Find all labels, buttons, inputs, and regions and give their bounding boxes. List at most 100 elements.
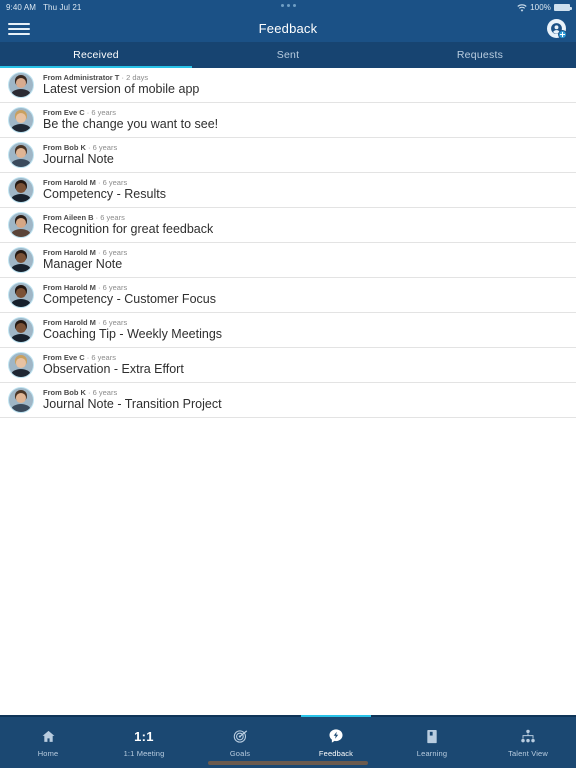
nav-item-feedback-label: Feedback (318, 748, 354, 758)
home-indicator (208, 761, 368, 765)
feedback-item-title: Journal Note (43, 153, 114, 167)
nav-item-talent-view[interactable]: Talent View (480, 717, 576, 768)
feedback-item-title: Competency - Customer Focus (43, 293, 216, 307)
status-bar-right: 100% (517, 3, 572, 12)
avatar (8, 282, 34, 308)
feedback-item-sender: From Bob K (43, 142, 86, 152)
avatar (8, 247, 34, 273)
feedback-item-title: Competency - Results (43, 188, 166, 202)
feedback-item-text: From Harold M · 6 years Coaching Tip - We… (43, 317, 223, 342)
feedback-item-separator: · (95, 177, 103, 187)
feedback-item-meta: From Harold M · 6 years (43, 282, 216, 292)
add-feedback-button[interactable] (544, 17, 568, 41)
feedback-item-meta: From Eve C · 6 years (43, 352, 184, 362)
feedback-list[interactable]: From Administrator T · 2 days Latest vers… (0, 68, 576, 729)
feedback-item-separator: · (95, 247, 103, 257)
feedback-item-age: 6 years (91, 107, 116, 117)
feedback-item-sender: From Harold M (43, 247, 96, 257)
feedback-item-text: From Aileen B · 6 years Recognition for g… (43, 212, 214, 237)
nav-item-talent-view-label: Talent View (508, 748, 548, 758)
feedback-item-meta: From Aileen B · 6 years (43, 212, 213, 222)
status-bar: 9:40 AM Thu Jul 21 100% (0, 0, 576, 15)
feedback-bubble-icon (328, 728, 344, 745)
status-date: Thu Jul 21 (43, 3, 82, 12)
feedback-list-item[interactable]: From Administrator T · 2 days Latest vers… (0, 68, 576, 103)
page-title: Feedback (258, 21, 318, 36)
feedback-item-separator: · (85, 387, 93, 397)
feedback-item-meta: From Harold M · 6 years (43, 247, 128, 257)
multitasking-dots-icon (0, 4, 576, 7)
feedback-item-age: 6 years (102, 247, 128, 257)
feedback-list-item[interactable]: From Harold M · 6 years Manager Note (0, 243, 576, 278)
feedback-item-title: Recognition for great feedback (43, 223, 214, 237)
tab-received-label: Received (73, 49, 119, 61)
status-time: 9:40 AM (6, 3, 37, 12)
feedback-item-sender: From Harold M (43, 177, 96, 187)
feedback-list-item[interactable]: From Harold M · 6 years Competency - Resu… (0, 173, 576, 208)
one-on-one-icon: 1:1 (134, 728, 154, 745)
tab-received[interactable]: Received (0, 42, 192, 68)
hamburger-menu-icon[interactable] (8, 21, 30, 37)
nav-item-learning-label: Learning (416, 748, 448, 758)
book-learning-icon (425, 728, 439, 745)
feedback-item-meta: From Eve C · 6 years (43, 107, 218, 117)
feedback-item-meta: From Bob K · 6 years (43, 387, 222, 397)
target-goals-icon (233, 728, 248, 745)
feedback-list-item[interactable]: From Eve C · 6 years Observation - Extra … (0, 348, 576, 383)
feedback-item-sender: From Administrator T (43, 72, 120, 82)
feedback-item-title: Manager Note (43, 258, 123, 272)
avatar (8, 107, 34, 133)
avatar (8, 177, 34, 203)
feedback-item-text: From Bob K · 6 years Journal Note - Trans… (43, 387, 222, 412)
home-icon (41, 728, 56, 745)
feedback-item-meta: From Harold M · 6 years (43, 317, 222, 327)
nav-item-learning[interactable]: Learning (384, 717, 480, 768)
feedback-item-meta: From Bob K · 6 years (43, 142, 118, 152)
feedback-list-item[interactable]: From Aileen B · 6 years Recognition for g… (0, 208, 576, 243)
feedback-item-sender: From Harold M (43, 282, 96, 292)
wifi-icon (517, 3, 527, 12)
nav-item-home[interactable]: Home (0, 717, 96, 768)
feedback-list-item[interactable]: From Bob K · 6 years Journal Note - Trans… (0, 383, 576, 418)
org-chart-icon (520, 728, 536, 745)
feedback-list-item[interactable]: From Bob K · 6 years Journal Note (0, 138, 576, 173)
tab-sent[interactable]: Sent (192, 42, 384, 68)
avatar (8, 212, 34, 238)
feedback-item-title: Be the change you want to see! (43, 118, 219, 132)
avatar (8, 142, 34, 168)
feedback-list-item[interactable]: From Harold M · 6 years Coaching Tip - We… (0, 313, 576, 348)
feedback-item-age: 6 years (92, 387, 118, 397)
feedback-item-age: 6 years (92, 142, 118, 152)
battery-icon (554, 4, 572, 11)
feedback-tabs: Received Sent Requests (0, 42, 576, 68)
feedback-item-meta: From Administrator T · 2 days (43, 72, 199, 82)
feedback-item-text: From Administrator T · 2 days Latest vers… (43, 72, 200, 97)
feedback-list-item[interactable]: From Eve C · 6 years Be the change you wa… (0, 103, 576, 138)
battery-percent-label: 100% (530, 3, 551, 12)
bottom-navigation: Home 1:1 1:1 Meeting Goals Feedback Lear… (0, 715, 576, 768)
tab-requests[interactable]: Requests (384, 42, 576, 68)
feedback-item-age: 6 years (100, 212, 125, 222)
nav-item-one-on-one[interactable]: 1:1 1:1 Meeting (96, 717, 192, 768)
feedback-item-separator: · (95, 317, 103, 327)
feedback-item-age: 2 days (126, 72, 149, 82)
feedback-item-sender: From Aileen B (43, 212, 94, 222)
tab-sent-label: Sent (276, 49, 300, 61)
avatar (8, 72, 34, 98)
feedback-item-text: From Eve C · 6 years Be the change you wa… (43, 107, 219, 132)
feedback-item-text: From Harold M · 6 years Competency - Resu… (43, 177, 166, 202)
feedback-item-age: 6 years (102, 177, 128, 187)
feedback-item-meta: From Harold M · 6 years (43, 177, 166, 187)
feedback-item-sender: From Eve C (43, 352, 85, 362)
feedback-item-age: 6 years (102, 317, 128, 327)
feedback-item-title: Latest version of mobile app (43, 83, 200, 97)
avatar (8, 317, 34, 343)
feedback-item-title: Coaching Tip - Weekly Meetings (43, 328, 223, 342)
feedback-item-text: From Harold M · 6 years Competency - Cust… (43, 282, 216, 307)
add-feedback-icon (546, 19, 567, 39)
feedback-item-title: Journal Note - Transition Project (43, 398, 222, 412)
avatar (8, 387, 34, 413)
feedback-list-item[interactable]: From Harold M · 6 years Competency - Cust… (0, 278, 576, 313)
feedback-item-title: Observation - Extra Effort (43, 363, 184, 377)
feedback-item-age: 6 years (91, 352, 116, 362)
